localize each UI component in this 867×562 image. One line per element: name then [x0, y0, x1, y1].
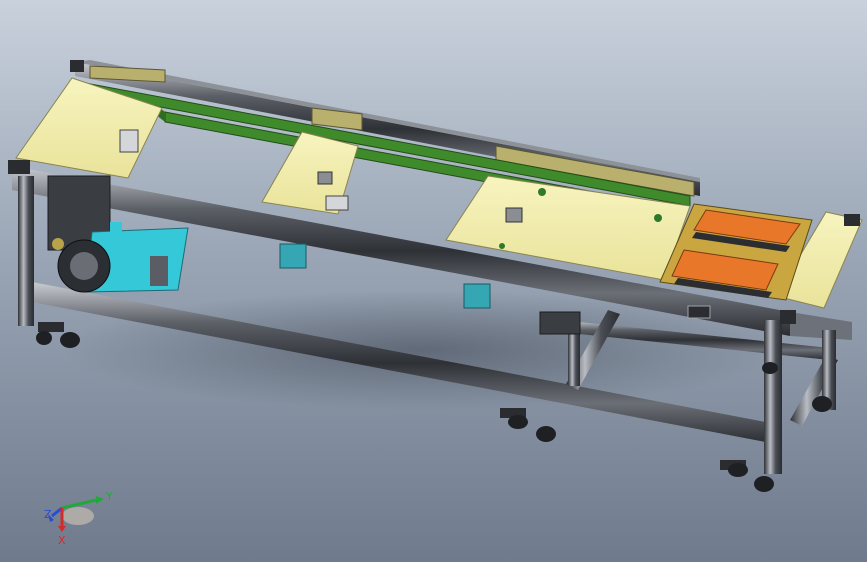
post-front-left	[18, 176, 34, 326]
cutout-middle	[317, 171, 333, 185]
x-axis-label: X	[58, 534, 66, 546]
z-axis-label: Z	[44, 508, 52, 521]
axis-triad: Y Z X	[38, 486, 118, 546]
support-block-1	[279, 243, 307, 269]
motor-drum-face	[70, 252, 98, 280]
motor-hole	[52, 238, 64, 250]
caster-mid-1	[500, 408, 556, 442]
cutout-large	[505, 207, 523, 223]
bracket-left	[119, 129, 139, 153]
corner-cap-br	[844, 214, 860, 226]
caster-back-right	[812, 396, 832, 412]
caster-back-left	[762, 362, 778, 374]
plate-hole-1	[538, 188, 546, 196]
triad-base	[62, 507, 94, 525]
corner-cap-fr	[780, 310, 796, 324]
corner-cap-bl	[70, 60, 84, 72]
green-belt-back	[79, 81, 691, 207]
y-axis-label: Y	[105, 490, 113, 503]
y-axis-arrow	[61, 498, 97, 510]
cad-viewport[interactable]: Y Z X	[0, 0, 867, 562]
motor-plate	[110, 222, 122, 248]
support-block-2	[463, 283, 491, 309]
post-front-right	[764, 320, 782, 474]
motor-mount	[150, 256, 168, 286]
corner-cap-fl	[8, 160, 30, 174]
caster-front-left	[36, 322, 80, 348]
plate-hole-3	[499, 243, 505, 249]
x-axis-head	[58, 526, 66, 532]
bracket-mid	[325, 195, 349, 211]
plate-hole-2	[654, 214, 662, 222]
bearing-block	[539, 311, 581, 335]
y-axis-head	[96, 496, 104, 504]
switch-box	[687, 305, 711, 319]
end-cross-rail	[790, 312, 852, 340]
conveyor-model	[8, 60, 863, 492]
